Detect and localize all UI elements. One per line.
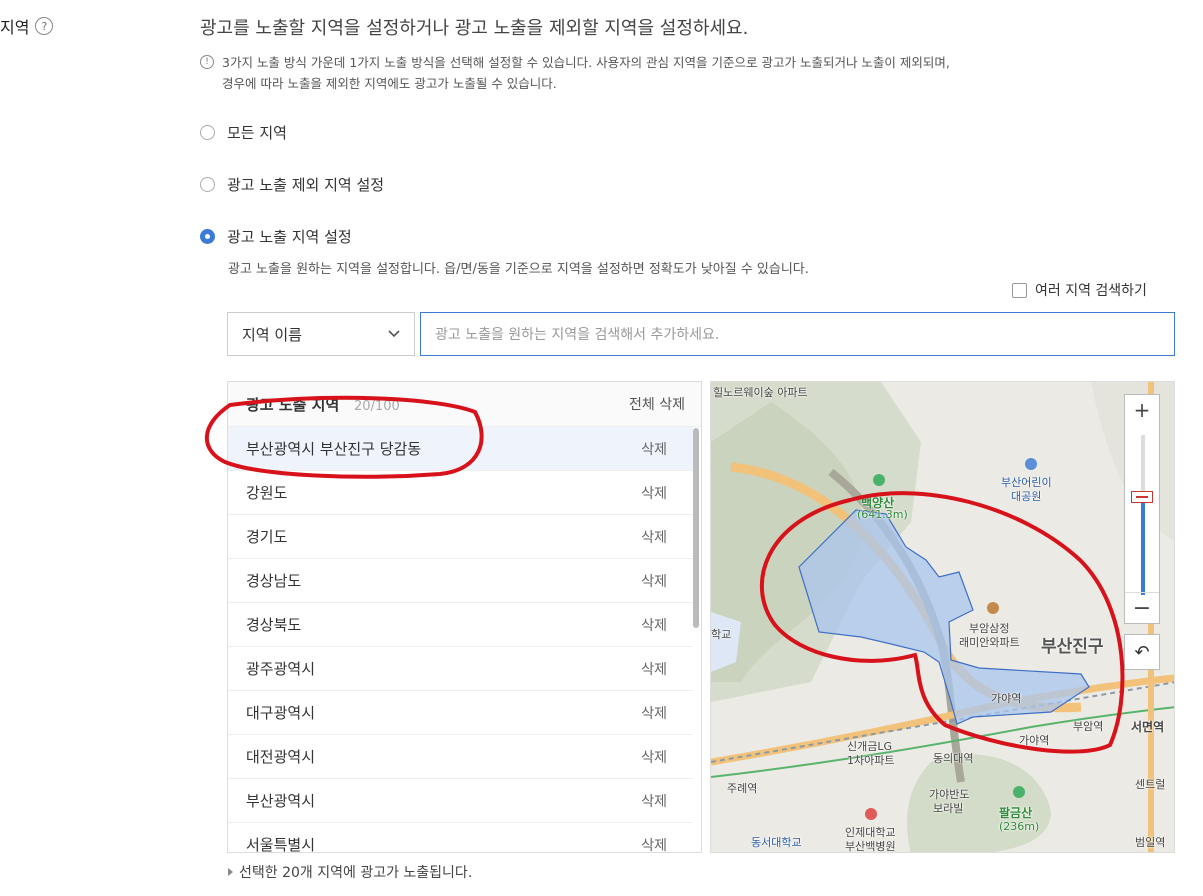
- zoom-control: + −: [1124, 394, 1160, 624]
- map-label-inje-2: 부산백병원: [845, 840, 896, 853]
- search-type-select[interactable]: 지역 이름: [227, 312, 415, 356]
- list-item[interactable]: 부산광역시 삭제: [228, 779, 693, 823]
- list-item[interactable]: 대구광역시 삭제: [228, 691, 693, 735]
- caret-right-icon: [228, 868, 233, 876]
- region-map[interactable]: 힐노르웨이숲 아파트 백양산 (641.3m) 부산어린이 대공원 부암삼정 래…: [710, 381, 1175, 853]
- delete-button[interactable]: 삭제: [641, 835, 667, 853]
- summary-text: 선택한 20개 지역에 광고가 노출됩니다.: [239, 865, 473, 881]
- radio-label: 모든 지역: [227, 124, 287, 142]
- select-value: 지역 이름: [242, 325, 302, 344]
- radio-include-regions[interactable]: 광고 노출 지역 설정: [200, 226, 352, 247]
- notice-line-2: 경우에 따라 노출을 제외한 지역에도 광고가 노출될 수 있습니다.: [222, 76, 557, 91]
- radio-label: 광고 노출 지역 설정: [227, 228, 352, 246]
- map-canvas: [711, 382, 1174, 852]
- delete-button[interactable]: 삭제: [641, 703, 667, 723]
- multi-search-toggle[interactable]: 여러 지역 검색하기: [1012, 280, 1147, 300]
- map-label-mountain-height: (641.3m): [857, 508, 908, 521]
- zoom-level-fill: [1141, 497, 1145, 595]
- multi-search-label: 여러 지역 검색하기: [1035, 283, 1147, 299]
- delete-button[interactable]: 삭제: [641, 439, 667, 459]
- list-item[interactable]: 부산광역시 부산진구 당감동 삭제: [228, 427, 693, 471]
- map-label-gaya-2: 가야역: [1019, 734, 1050, 747]
- region-label: 지역 ?: [0, 14, 54, 38]
- delete-button[interactable]: 삭제: [641, 527, 667, 547]
- chevron-down-icon: [388, 330, 400, 338]
- delete-button[interactable]: 삭제: [641, 615, 667, 635]
- zoom-out-button[interactable]: −: [1125, 592, 1159, 623]
- map-label-central: 센트럴: [1135, 778, 1166, 791]
- list-item-label: 부산광역시: [246, 792, 316, 810]
- region-summary: 선택한 20개 지역에 광고가 노출됩니다.: [228, 862, 472, 882]
- map-label-buam: 부암역: [1073, 720, 1104, 733]
- list-item-label: 대전광역시: [246, 748, 316, 766]
- region-count: 20/100: [354, 398, 400, 414]
- map-label-apt: 힐노르웨이숲 아파트: [713, 386, 808, 399]
- delete-button[interactable]: 삭제: [641, 659, 667, 679]
- list-item[interactable]: 광주광역시 삭제: [228, 647, 693, 691]
- list-item-label: 부산광역시 부산진구 당감동: [246, 440, 422, 458]
- radio-button[interactable]: [200, 177, 215, 192]
- list-item-label: 경상남도: [246, 572, 302, 590]
- map-label-beomil: 범일역: [1135, 836, 1166, 849]
- delete-button[interactable]: 삭제: [641, 747, 667, 767]
- list-item-label: 서울특별시: [246, 836, 316, 853]
- radio-all-regions[interactable]: 모든 지역: [200, 122, 287, 143]
- list-item-label: 강원도: [246, 484, 288, 502]
- map-label-sinkae-2: 1차아파트: [847, 754, 895, 767]
- delete-all-button[interactable]: 전체 삭제: [629, 394, 685, 414]
- radio-exclude-regions[interactable]: 광고 노출 제외 지역 설정: [200, 174, 384, 195]
- list-scrollbar[interactable]: [693, 428, 699, 628]
- section-heading: 광고를 노출할 지역을 설정하거나 광고 노출을 제외할 지역을 설정하세요.: [200, 18, 749, 39]
- region-list-title: 광고 노출 지역: [246, 395, 340, 414]
- list-item-label: 경상북도: [246, 616, 302, 634]
- list-item-label: 경기도: [246, 528, 288, 546]
- delete-button[interactable]: 삭제: [641, 483, 667, 503]
- zoom-in-button[interactable]: +: [1125, 395, 1159, 425]
- map-label-apt2-b: 래미안와파트: [959, 636, 1020, 649]
- map-label-palgeum-height: (236m): [999, 820, 1040, 833]
- map-label-palgeum: 팔금산: [999, 806, 1033, 820]
- notice-line-1: 3가지 노출 방식 가운데 1가지 노출 방식을 선택해 설정할 수 있습니다.…: [222, 55, 950, 70]
- map-label-gaya-1: 가야역: [991, 692, 1022, 705]
- notice: ! 3가지 노출 방식 가운데 1가지 노출 방식을 선택해 설정할 수 있습니…: [200, 52, 1190, 94]
- map-label-district: 부산진구: [1041, 637, 1104, 657]
- option-description: 광고 노출을 원하는 지역을 설정합니다. 읍/면/동을 기준으로 지역을 설정…: [228, 262, 809, 277]
- region-list-header: 광고 노출 지역 20/100 전체 삭제: [228, 382, 701, 427]
- list-item[interactable]: 서울특별시 삭제: [228, 823, 693, 853]
- help-icon[interactable]: ?: [35, 17, 54, 35]
- list-item[interactable]: 경기도 삭제: [228, 515, 693, 559]
- search-placeholder: 광고 노출을 원하는 지역을 검색해서 추가하세요.: [435, 327, 720, 343]
- delete-button[interactable]: 삭제: [641, 791, 667, 811]
- region-list: 광고 노출 지역 20/100 전체 삭제 부산광역시 부산진구 당감동 삭제 …: [227, 381, 702, 853]
- map-label-dongeui: 동의대역: [933, 752, 974, 765]
- info-icon: !: [200, 55, 214, 69]
- list-item[interactable]: 강원도 삭제: [228, 471, 693, 515]
- radio-label: 광고 노출 제외 지역 설정: [227, 176, 385, 194]
- map-label-dongseo: 동서대학교: [751, 836, 802, 849]
- list-item-label: 광주광역시: [246, 660, 316, 678]
- map-label-jurye: 주례역: [727, 782, 758, 795]
- zoom-slider-handle[interactable]: [1131, 491, 1153, 503]
- list-item[interactable]: 대전광역시 삭제: [228, 735, 693, 779]
- map-label-seomyeon: 서면역: [1131, 720, 1165, 734]
- radio-button[interactable]: [200, 125, 215, 140]
- delete-button[interactable]: 삭제: [641, 571, 667, 591]
- map-label-park-2: 대공원: [1011, 490, 1042, 503]
- radio-button-selected[interactable]: [200, 229, 215, 244]
- map-label-school: 학교: [711, 628, 732, 641]
- list-item[interactable]: 경상북도 삭제: [228, 603, 693, 647]
- list-item[interactable]: 경상남도 삭제: [228, 559, 693, 603]
- list-item-label: 대구광역시: [246, 704, 316, 722]
- multi-search-checkbox[interactable]: [1012, 282, 1027, 298]
- region-label-text: 지역: [0, 18, 30, 37]
- map-label-gayabando-2: 보라빌: [933, 802, 964, 815]
- reset-view-icon[interactable]: ↶: [1124, 634, 1160, 670]
- region-search-input[interactable]: 광고 노출을 원하는 지역을 검색해서 추가하세요.: [420, 312, 1175, 356]
